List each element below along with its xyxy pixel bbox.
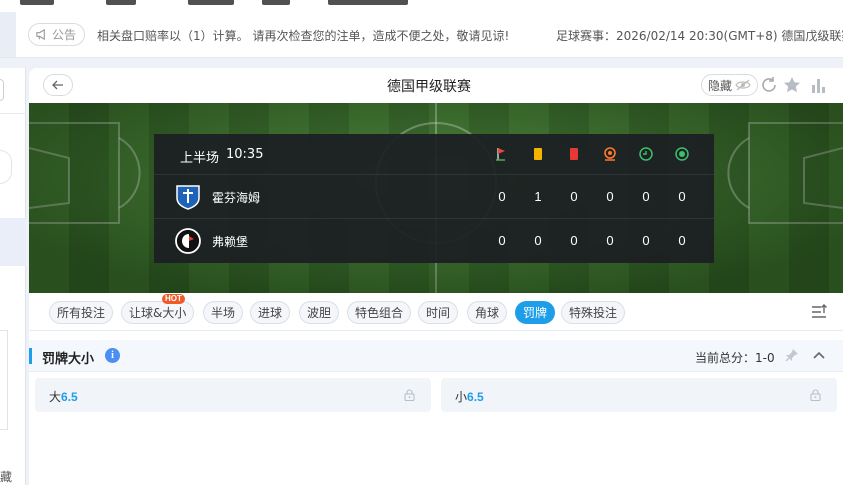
- odds-line: 6.5: [61, 390, 78, 404]
- odds-under[interactable]: 小6.5: [441, 378, 837, 412]
- sidebar-active-item[interactable]: [0, 218, 26, 266]
- team-row-away: 弗赖堡 0 0 0 0 0 0: [154, 218, 714, 262]
- stats-icon[interactable]: [809, 75, 829, 95]
- stat-score: 0: [678, 189, 686, 204]
- stat-yellow: 1: [534, 189, 542, 204]
- market-accent-bar: [29, 348, 32, 364]
- hide-button[interactable]: 隐藏: [701, 74, 759, 96]
- tab-specials[interactable]: 特殊投注: [561, 301, 626, 324]
- notice-badge-label: 公告: [52, 28, 77, 42]
- match-header: 德国甲级联赛 隐藏: [29, 68, 843, 103]
- tab-handicap-ou[interactable]: 让球&大小 HOT: [121, 294, 195, 324]
- stat-yellow: 0: [534, 233, 542, 248]
- lock-icon: [810, 389, 821, 401]
- tab-time[interactable]: 时间: [418, 301, 459, 324]
- red-card-icon: [570, 148, 578, 160]
- eye-off-icon: [735, 79, 751, 91]
- tab-goals[interactable]: 进球: [250, 301, 291, 324]
- market-header[interactable]: 罚牌大小 i 当前总分：1-0: [29, 340, 843, 372]
- stat-penalty: 0: [606, 233, 614, 248]
- stat-corners: 0: [498, 189, 506, 204]
- sidebar-search[interactable]: [0, 150, 12, 184]
- sidebar-header: [0, 68, 26, 114]
- info-icon[interactable]: i: [105, 348, 120, 363]
- stat-corners: 0: [498, 233, 506, 248]
- goal-half-icon: [639, 147, 653, 161]
- pitch-background: 上半场 10:35 霍芬海姆 0 1 0 0 0 0 弗赖堡 0 0 0 0 0…: [29, 103, 843, 293]
- tab-half[interactable]: 半场: [203, 301, 244, 324]
- refresh-icon[interactable]: [759, 75, 779, 95]
- team-name: 霍芬海姆: [212, 191, 261, 205]
- chevron-up-icon[interactable]: [812, 349, 826, 361]
- match-period: 上半场: [180, 151, 220, 166]
- match-clock: 10:35: [226, 147, 264, 162]
- scoreboard: 上半场 10:35 霍芬海姆 0 1 0 0 0 0 弗赖堡 0 0 0 0 0…: [154, 134, 714, 263]
- yellow-card-icon: [534, 148, 542, 160]
- corner-flag-icon: [496, 148, 505, 161]
- lock-icon: [404, 389, 415, 401]
- hot-badge: HOT: [162, 294, 185, 304]
- notice-bar: 公告 相关盘口赔率以（1）计算。 请再次检查您的注单，造成不便之处，敬请见谅! …: [0, 12, 843, 58]
- stat-half-score: 0: [642, 233, 650, 248]
- top-nav-remnant: [0, 0, 843, 12]
- team-row-home: 霍芬海姆 0 1 0 0 0 0: [154, 174, 714, 218]
- team-name: 弗赖堡: [212, 235, 249, 249]
- notice-message: 相关盘口赔率以（1）计算。 请再次检查您的注单，造成不便之处，敬请见谅!: [97, 29, 510, 43]
- market-title: 罚牌大小: [42, 352, 95, 367]
- goal-icon: [675, 147, 689, 161]
- scoreboard-header: 上半场 10:35: [154, 134, 714, 174]
- bet-category-tabs: 所有投注 让球&大小 HOT 半场 进球 波胆 特色组合 时间 角球 罚牌 特殊…: [29, 293, 843, 331]
- odds-label: 大: [49, 390, 62, 404]
- stat-red: 0: [570, 189, 578, 204]
- tab-bookings[interactable]: 罚牌: [515, 301, 556, 324]
- stat-penalty: 0: [606, 189, 614, 204]
- stat-half-score: 0: [642, 189, 650, 204]
- match-panel: 德国甲级联赛 隐藏 上半场 10:35 霍芬海姆 0 1 0 0 0 0 弗赖堡…: [29, 68, 843, 485]
- notice-side: [0, 12, 16, 57]
- tab-correct-score[interactable]: 波胆: [299, 301, 340, 324]
- freiburg-logo: [175, 228, 201, 254]
- hide-label: 隐藏: [708, 78, 733, 93]
- sidebar-text: 藏: [0, 470, 13, 484]
- sidebar-card: [0, 330, 8, 430]
- stat-red: 0: [570, 233, 578, 248]
- notice-badge[interactable]: 公告: [28, 23, 86, 46]
- tab-combo[interactable]: 特色组合: [347, 301, 412, 324]
- market-bookings-ou: 罚牌大小 i 当前总分：1-0 大6.5 小6.5: [29, 340, 843, 485]
- odds-label: 小: [455, 390, 468, 404]
- notice-event[interactable]: 足球赛事：2026/02/14 20:30(GMT+8) 德国戊级联赛: [556, 27, 843, 44]
- tab-all-bets[interactable]: 所有投注: [49, 301, 114, 324]
- tab-corners[interactable]: 角球: [467, 301, 508, 324]
- stat-score: 0: [678, 233, 686, 248]
- odds-line: 6.5: [467, 390, 484, 404]
- hoffenheim-logo: [176, 185, 200, 210]
- pin-icon[interactable]: [785, 348, 799, 362]
- sort-icon[interactable]: [810, 304, 828, 320]
- left-sidebar: 藏: [0, 68, 26, 485]
- penalty-icon: [604, 147, 616, 161]
- star-icon[interactable]: [782, 75, 802, 95]
- current-total: 当前总分：1-0: [695, 351, 775, 365]
- megaphone-icon: [36, 28, 45, 41]
- odds-over[interactable]: 大6.5: [35, 378, 431, 412]
